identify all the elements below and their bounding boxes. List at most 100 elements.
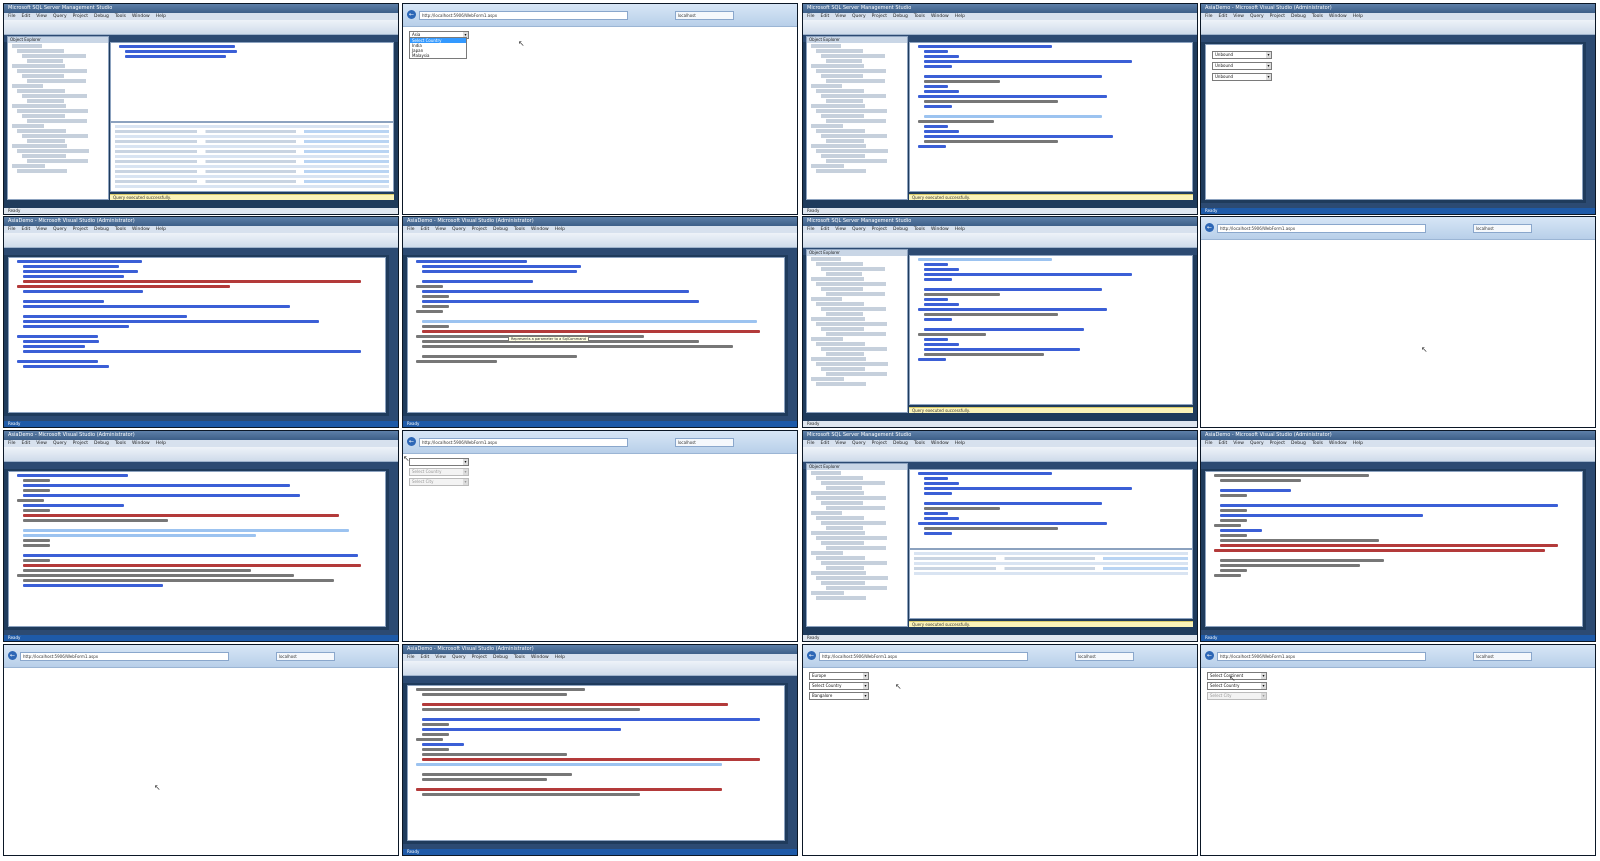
- menu-item[interactable]: Help: [156, 14, 166, 19]
- tree-node[interactable]: [12, 44, 42, 48]
- chevron-down-icon[interactable]: ▾: [1266, 74, 1271, 80]
- tree-node[interactable]: [811, 297, 842, 301]
- tree-node[interactable]: [821, 134, 887, 138]
- tree-node[interactable]: [826, 546, 886, 550]
- menu-item[interactable]: File: [807, 14, 815, 19]
- dropdown-0[interactable]: Europe ▾: [809, 672, 869, 680]
- menu-item[interactable]: View: [835, 441, 846, 446]
- tree-node[interactable]: [811, 511, 842, 515]
- menu-item[interactable]: Window: [132, 227, 150, 232]
- tree-node[interactable]: [811, 124, 843, 128]
- menu-item[interactable]: Query: [852, 14, 866, 19]
- code-editor[interactable]: Unbound ▾ Unbound ▾ Unbound ▾: [1205, 44, 1583, 200]
- tree-node[interactable]: [826, 526, 863, 530]
- tree-node[interactable]: [816, 556, 865, 560]
- tree-node[interactable]: [816, 476, 863, 480]
- browser-tab[interactable]: localhost: [275, 652, 336, 661]
- menu-item[interactable]: Debug: [893, 14, 908, 19]
- tree-node[interactable]: [826, 79, 885, 83]
- dropdown-2[interactable]: Bangalore ▾: [809, 692, 869, 700]
- menu-item[interactable]: Window: [132, 14, 150, 19]
- toolbar[interactable]: [403, 661, 797, 676]
- toolbar[interactable]: [4, 447, 398, 462]
- tree-node[interactable]: [826, 59, 862, 63]
- dropdown-2[interactable]: Select City ▾: [409, 478, 469, 486]
- menu-item[interactable]: Edit: [421, 655, 430, 660]
- menu-item[interactable]: Project: [472, 227, 487, 232]
- tree-node[interactable]: [17, 69, 87, 73]
- tree-node[interactable]: [811, 144, 866, 148]
- menu-item[interactable]: Project: [872, 227, 887, 232]
- tree-node[interactable]: [826, 119, 886, 123]
- menu-item[interactable]: File: [407, 227, 415, 232]
- dropdown-0[interactable]: Select Continent ▾: [1207, 672, 1267, 680]
- toolbar[interactable]: [4, 233, 398, 248]
- tree-node[interactable]: [811, 471, 841, 475]
- tree-node[interactable]: [826, 312, 863, 316]
- browser-tab[interactable]: localhost: [1472, 224, 1533, 233]
- address-bar[interactable]: http://localhost:5906/WebForm1.aspx: [20, 652, 229, 661]
- menu-item[interactable]: Window: [1329, 441, 1347, 446]
- tree-node[interactable]: [17, 149, 89, 153]
- menu-item[interactable]: View: [36, 441, 47, 446]
- menu-item[interactable]: Tools: [914, 441, 925, 446]
- tree-node[interactable]: [821, 327, 864, 331]
- chevron-down-icon[interactable]: ▾: [1266, 52, 1271, 58]
- menu-item[interactable]: Debug: [1291, 441, 1306, 446]
- tree-node[interactable]: [821, 54, 885, 58]
- menu-item[interactable]: Help: [156, 227, 166, 232]
- tree-node[interactable]: [816, 282, 886, 286]
- tree-node[interactable]: [816, 362, 888, 366]
- solution-explorer-panel[interactable]: [1586, 463, 1595, 635]
- tree-node[interactable]: [811, 551, 843, 555]
- tree-node[interactable]: [821, 154, 865, 158]
- menu-item[interactable]: Debug: [94, 227, 109, 232]
- tree-node[interactable]: [816, 596, 866, 600]
- menu-item[interactable]: Debug: [893, 441, 908, 446]
- tree-node[interactable]: [816, 262, 863, 266]
- tree-node[interactable]: [816, 109, 887, 113]
- menu-item[interactable]: Query: [452, 227, 466, 232]
- menu-item[interactable]: Window: [1329, 14, 1347, 19]
- menu-item[interactable]: Tools: [115, 441, 126, 446]
- tree-node[interactable]: [12, 64, 65, 68]
- dropdown-1[interactable]: Select Country ▾: [409, 468, 469, 476]
- tree-node[interactable]: [826, 566, 864, 570]
- back-icon[interactable]: ←: [807, 651, 816, 660]
- chevron-down-icon[interactable]: ▾: [863, 673, 868, 679]
- code-editor[interactable]: [407, 685, 785, 841]
- menu-item[interactable]: View: [435, 655, 446, 660]
- menu-item[interactable]: Project: [872, 14, 887, 19]
- tree-node[interactable]: [12, 144, 67, 148]
- tree-node[interactable]: [22, 94, 87, 98]
- solution-explorer-panel[interactable]: [389, 249, 398, 421]
- chevron-down-icon[interactable]: ▾: [463, 459, 468, 465]
- menu-item[interactable]: Window: [132, 441, 150, 446]
- menu-item[interactable]: Tools: [115, 14, 126, 19]
- chevron-down-icon[interactable]: ▾: [1266, 63, 1271, 69]
- tree-node[interactable]: [826, 272, 862, 276]
- menu-item[interactable]: Project: [872, 441, 887, 446]
- tree-node[interactable]: [12, 164, 45, 168]
- tree-node[interactable]: [27, 139, 65, 143]
- dropdown-0[interactable]: ▾: [409, 458, 469, 466]
- back-icon[interactable]: ←: [407, 10, 416, 19]
- query-editor[interactable]: [909, 42, 1193, 192]
- code-editor[interactable]: [8, 471, 386, 627]
- tree-node[interactable]: [12, 84, 43, 88]
- chevron-down-icon[interactable]: ▾: [1261, 693, 1266, 699]
- tree-node[interactable]: [821, 501, 863, 505]
- menu-item[interactable]: Query: [852, 227, 866, 232]
- tree-node[interactable]: [826, 292, 885, 296]
- menu-item[interactable]: File: [807, 227, 815, 232]
- menu-item[interactable]: Debug: [493, 655, 508, 660]
- menu-item[interactable]: Tools: [514, 227, 525, 232]
- menu-item[interactable]: Window: [931, 14, 949, 19]
- back-icon[interactable]: ←: [8, 651, 17, 660]
- tree-node[interactable]: [816, 302, 864, 306]
- tree-node[interactable]: [811, 337, 843, 341]
- tree-node[interactable]: [22, 74, 64, 78]
- toolbar[interactable]: [803, 20, 1197, 35]
- menu-item[interactable]: Help: [555, 227, 565, 232]
- menu-item[interactable]: Help: [1353, 14, 1363, 19]
